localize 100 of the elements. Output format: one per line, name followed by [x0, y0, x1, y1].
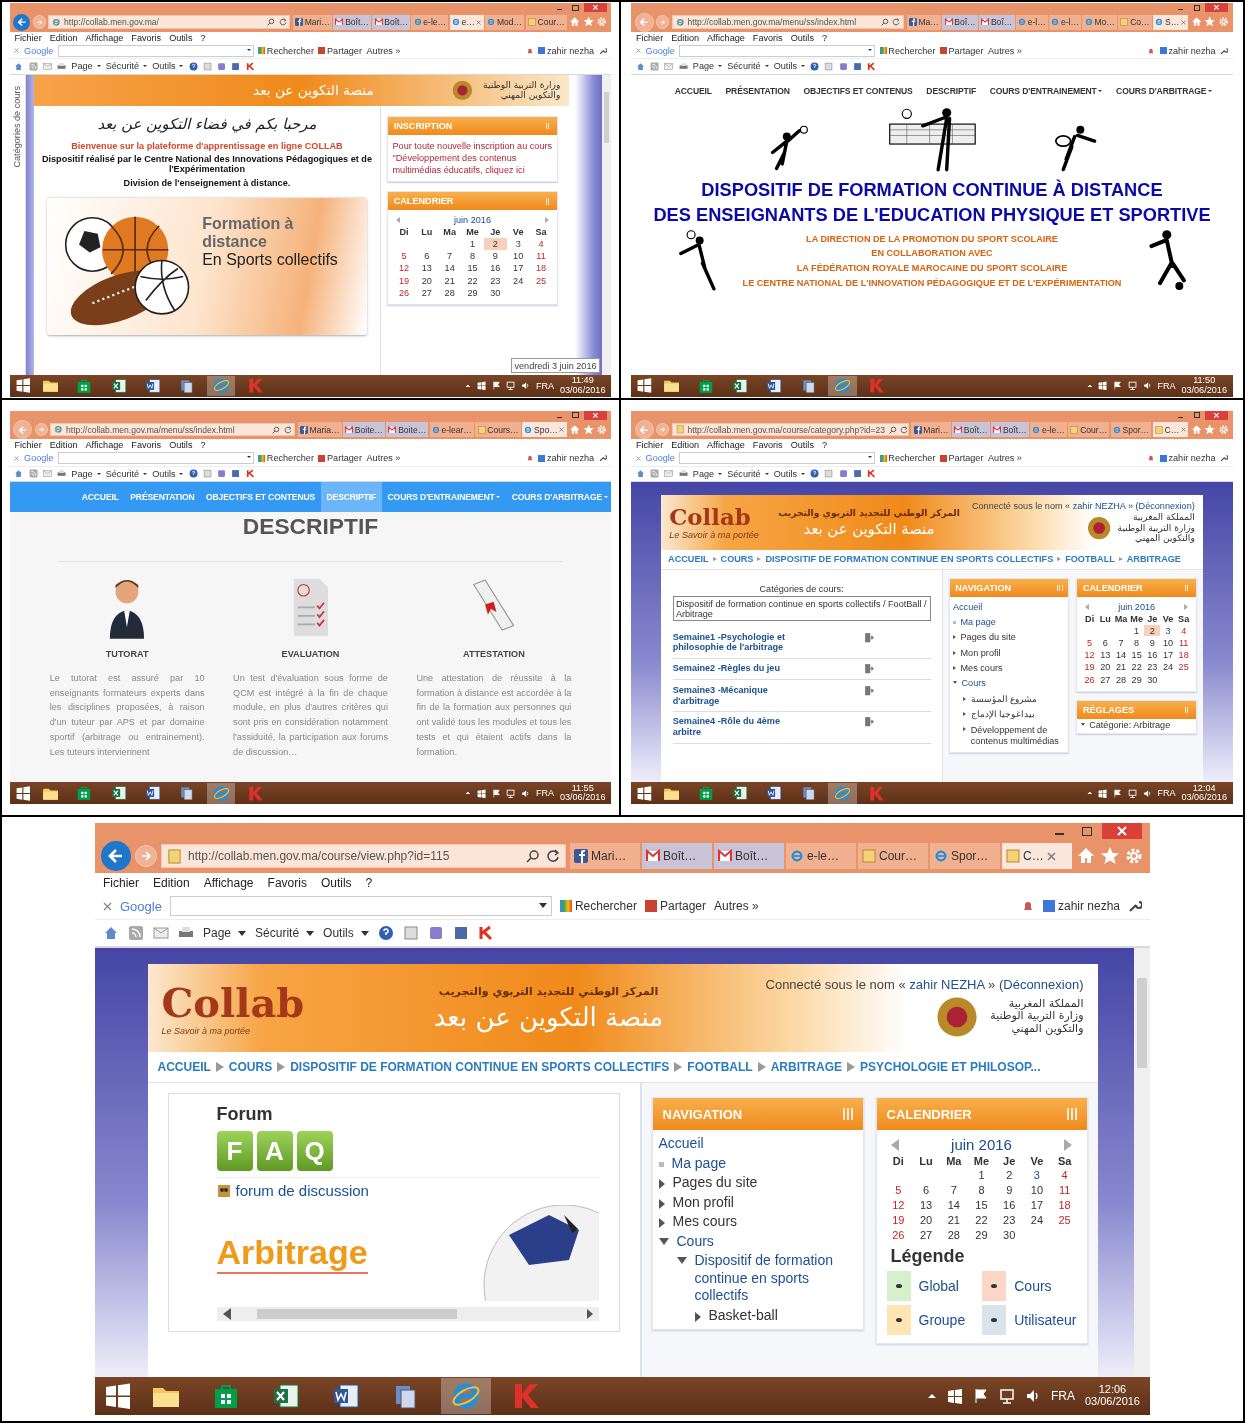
calendar-day[interactable]: 2: [1144, 625, 1161, 637]
calendar-day[interactable]: 21: [1113, 661, 1129, 673]
calendar-day[interactable]: 15: [967, 1198, 996, 1212]
course-link[interactable]: Semaine2 -Règles du jeu: [672, 663, 804, 675]
menu-item[interactable]: ?: [200, 32, 206, 43]
calendar-day[interactable]: 29: [461, 287, 484, 299]
share-button[interactable]: Partager: [940, 453, 984, 464]
calendar-day[interactable]: 20: [912, 1213, 940, 1227]
menu-item[interactable]: Favoris: [752, 32, 783, 43]
browser-tab[interactable]: Boît…: [372, 14, 411, 30]
calendar-day[interactable]: 28: [1113, 674, 1129, 686]
share-button[interactable]: Partager: [940, 45, 984, 56]
calendar-day[interactable]: 7: [1113, 637, 1129, 649]
calendar-day[interactable]: 4: [1050, 1168, 1079, 1182]
browser-tab[interactable]: Maria…: [297, 422, 342, 438]
command-menu[interactable]: Outils: [773, 61, 805, 72]
breadcrumb-link[interactable]: DISPOSITIF DE FORMATION CONTINUE EN SPORTS COLLECTIFS: [290, 1060, 670, 1074]
tree-item[interactable]: Pages du site: [960, 632, 1016, 644]
browser-tab[interactable]: Boite…: [386, 422, 429, 438]
more-button[interactable]: Autres »: [714, 899, 759, 913]
browser-tab[interactable]: S…: [1153, 14, 1189, 30]
nav-link[interactable]: COURS D'ENTRAINEMENT: [983, 85, 1109, 96]
browser-tab[interactable]: Spor…: [1110, 422, 1152, 438]
side-tab[interactable]: Catégories de cours: [9, 74, 26, 375]
calendar-day[interactable]: 6: [1097, 637, 1114, 649]
tree-item[interactable]: Accueil: [658, 1135, 704, 1153]
browser-tab[interactable]: Cour…: [858, 843, 928, 869]
calendar-day[interactable]: 1: [967, 1168, 996, 1182]
breadcrumb-link[interactable]: FOOTBALL: [1065, 554, 1115, 565]
calendar-day[interactable]: 1: [461, 238, 484, 250]
browser-tab[interactable]: Spo…: [522, 422, 567, 438]
more-button[interactable]: Autres »: [366, 453, 401, 464]
calendar-day[interactable]: 19: [1081, 661, 1098, 673]
calendar-day[interactable]: 6: [415, 250, 439, 262]
menu-item[interactable]: Edition: [671, 32, 700, 43]
calendar-day[interactable]: 16: [995, 1198, 1024, 1212]
browser-tab[interactable]: Boî…: [979, 14, 1015, 30]
tree-item[interactable]: بيداغوجيا الإدماج: [970, 709, 1036, 721]
user-menu[interactable]: zahir nezha: [538, 453, 595, 464]
command-menu[interactable]: Sécurité: [105, 468, 148, 479]
calendar-day[interactable]: 1: [1128, 625, 1145, 637]
tree-item[interactable]: Développement de contenus multimédias: [970, 724, 1062, 748]
address-field[interactable]: http://collab.men.gov.ma/menu/ss/index.html: [50, 422, 296, 437]
logout-link[interactable]: Déconnexion: [1003, 976, 1080, 992]
clock[interactable]: 11:49 03/06/2016: [559, 376, 606, 396]
breadcrumb-link[interactable]: ARBITRAGE: [1126, 554, 1181, 565]
calendar-day[interactable]: 12: [392, 262, 416, 275]
menu-item[interactable]: Affichage: [707, 440, 745, 450]
tree-item[interactable]: Dispositif de formation continue en sports collectifs: [694, 1252, 851, 1305]
calendar-day[interactable]: 25: [1050, 1213, 1079, 1227]
calendar-day[interactable]: 9: [1144, 637, 1161, 649]
menu-item[interactable]: Fichier: [635, 440, 664, 450]
menu-item[interactable]: Fichier: [103, 876, 139, 890]
more-button[interactable]: Autres »: [366, 45, 401, 56]
calendar-day[interactable]: 10: [506, 250, 530, 262]
browser-tab[interactable]: Boît…: [714, 843, 784, 869]
browser-tab[interactable]: e-l…: [1049, 14, 1082, 30]
menu-item[interactable]: ?: [365, 876, 373, 890]
address-field[interactable]: http://collab.men.gov.ma/menu/ss/index.html: [671, 15, 905, 29]
browser-tab[interactable]: Boî…: [942, 14, 978, 30]
calendar-day[interactable]: 23: [1144, 661, 1161, 673]
calendar-day[interactable]: 17: [1160, 649, 1176, 661]
menu-item[interactable]: ?: [821, 440, 827, 450]
calendar-day[interactable]: 27: [1097, 674, 1114, 686]
menu-item[interactable]: Fichier: [14, 440, 42, 450]
menu-item[interactable]: Favoris: [131, 32, 162, 43]
clock[interactable]: 12:06 03/06/2016: [1084, 1384, 1140, 1408]
calendar-day[interactable]: 15: [461, 262, 484, 275]
breadcrumb-link[interactable]: COURS: [228, 1060, 273, 1074]
legend-label[interactable]: Utilisateur: [1014, 1312, 1077, 1328]
browser-tab[interactable]: Cours…: [475, 422, 521, 438]
search-button[interactable]: Rechercher: [559, 899, 637, 913]
menu-item[interactable]: Affichage: [85, 32, 124, 43]
user-menu[interactable]: zahir nezha: [1159, 453, 1216, 464]
calendar-day[interactable]: 15: [1128, 649, 1145, 661]
browser-tab[interactable]: Boît…: [333, 14, 372, 30]
breadcrumb-link[interactable]: COURS: [720, 554, 754, 565]
menu-item[interactable]: Edition: [49, 32, 78, 43]
calendar-day[interactable]: 12: [884, 1198, 913, 1212]
more-button[interactable]: Autres »: [988, 45, 1022, 56]
breadcrumb-link[interactable]: FOOTBALL: [687, 1060, 753, 1074]
calendar-day[interactable]: 18: [529, 262, 553, 275]
user-menu[interactable]: zahir nezha: [1159, 45, 1216, 56]
command-menu[interactable]: Outils: [152, 468, 184, 479]
command-menu[interactable]: Sécurité: [727, 61, 769, 72]
calendar-day[interactable]: 11: [529, 250, 553, 262]
tree-item[interactable]: Mes cours: [672, 1213, 738, 1231]
calendar-day[interactable]: 25: [1175, 661, 1192, 673]
browser-tab[interactable]: Mari…: [911, 422, 951, 438]
calendar-day[interactable]: 30: [995, 1228, 1024, 1242]
menu-item[interactable]: Outils: [790, 32, 814, 43]
browser-tab[interactable]: e-lear…: [429, 422, 475, 438]
calendar-day[interactable]: 8: [967, 1183, 996, 1197]
calendar-day[interactable]: 19: [884, 1213, 913, 1227]
calendar-day[interactable]: 27: [415, 287, 439, 299]
calendar-day[interactable]: 5: [1081, 637, 1098, 649]
breadcrumb-link[interactable]: ACCUEIL: [157, 1060, 211, 1074]
menu-item[interactable]: Fichier: [635, 32, 664, 43]
calendar-day[interactable]: 3: [1160, 625, 1176, 637]
calendar-day[interactable]: 22: [967, 1213, 996, 1227]
